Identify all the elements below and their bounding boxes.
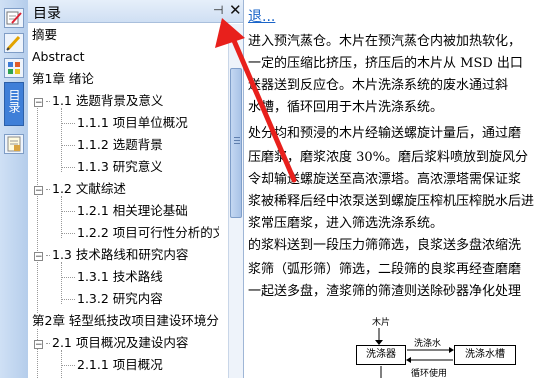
- toc-item[interactable]: 1.3.2 研究内容: [61, 288, 219, 310]
- close-icon[interactable]: ✕: [229, 1, 242, 19]
- attachment-note-icon[interactable]: [4, 134, 24, 154]
- document-text-line: 压磨浆，磨浆浓度 30%。磨后浆料喷放到旋风分: [248, 150, 529, 165]
- document-text-line: 浆常压磨浆，进入筛选洗涤系统。: [248, 216, 444, 231]
- toc-item[interactable]: −1.2 文献综述: [34, 178, 214, 200]
- toc-item[interactable]: 第2章 轻型纸技改项目建设环境分: [32, 310, 228, 332]
- flow-arrowhead: [375, 340, 383, 345]
- note-edit-icon[interactable]: [4, 8, 24, 28]
- toc-item-label: 第1章 绪论: [32, 71, 94, 86]
- scroll-grip-line: [234, 143, 240, 144]
- tree-guide-line: [37, 101, 38, 313]
- document-text-line: 处分均和预浸的木片经输送螺旋计量后，通过磨: [248, 126, 522, 141]
- toc-scrollbar[interactable]: [228, 24, 243, 378]
- toc-vertical-tab[interactable]: 目录: [4, 82, 24, 126]
- collapse-toggle-icon[interactable]: −: [34, 186, 43, 196]
- toc-item[interactable]: −2.1 项目概况及建设内容: [34, 332, 214, 354]
- tree-connector: [61, 233, 75, 234]
- tree-connector: [46, 343, 50, 344]
- toc-item-label: 1.3 技术路线和研究内容: [52, 247, 189, 262]
- toc-item-label: 1.1 选题背景及意义: [52, 93, 164, 108]
- toc-item[interactable]: 2.1.1 项目概况: [61, 354, 219, 376]
- toc-item-label: 1.2.1 相关理论基础: [77, 203, 188, 218]
- toc-item[interactable]: 1.1.3 研究意义: [61, 156, 219, 178]
- toc-panel: 目录 ⊣ ✕ 摘要 Abstract 第1章 绪论 −1.1 选题背景及意义 1.1.1…: [28, 0, 244, 378]
- tree-connector: [61, 277, 75, 278]
- document-text-line: 进入预汽蒸仓。木片在预汽蒸仓内被加热软化，: [248, 34, 522, 49]
- pin-icon[interactable]: ⊣: [213, 3, 223, 17]
- toc-item-label: 1.2 文献综述: [52, 181, 126, 196]
- toc-item[interactable]: Abstract: [32, 46, 228, 68]
- toc-item-label: 1.1.3 研究意义: [77, 159, 163, 174]
- tree-connector: [61, 167, 75, 168]
- toc-scroll-thumb[interactable]: [230, 68, 242, 218]
- toc-item-label: 第2章 轻型纸技改项目建设环境分: [32, 313, 219, 328]
- toc-item-label: Abstract: [32, 49, 85, 64]
- toc-item[interactable]: −1.1 选题背景及意义: [34, 90, 214, 112]
- document-text-line: 水槽，循环回用于木片洗涤系统。: [248, 100, 444, 115]
- document-text-line: 令却输送螺旋送至高浓漂塔。高浓漂塔需保证浆: [248, 172, 522, 187]
- tree-connector: [46, 189, 50, 190]
- toc-item-label: 1.3.2 研究内容: [77, 291, 163, 306]
- scroll-grip-line: [234, 137, 240, 138]
- document-view[interactable]: 退... 木片 洗涤器 洗涤水槽 洗涤水 循环使用 进入预汽蒸仓。木片在预汽蒸仓…: [244, 0, 534, 378]
- toc-item-label: 1.1.2 选题背景: [77, 137, 163, 152]
- tree-connector: [61, 211, 75, 212]
- highlighter-pen-icon[interactable]: [4, 33, 24, 53]
- collapse-toggle-icon[interactable]: −: [34, 252, 43, 262]
- document-text-line: 的浆料送到一段压力筛筛选，良浆送多盘浓缩洗: [248, 238, 522, 253]
- tree-connector: [61, 123, 75, 124]
- tree-connector: [61, 299, 75, 300]
- toc-title: 目录: [33, 6, 61, 22]
- toc-item[interactable]: 第1章 绪论: [32, 68, 228, 90]
- toc-item[interactable]: 1.2.1 相关理论基础: [61, 200, 219, 222]
- tree-connector: [46, 255, 50, 256]
- document-text-line: 送器送到反应仓。木片洗涤系统的废水通过斜: [248, 78, 509, 93]
- toc-item-label: 1.1.1 项目单位概况: [77, 115, 188, 130]
- document-text-line: 一定的压缩比挤压，挤压后的木片从 MSD 出口: [248, 56, 523, 71]
- tree-connector: [61, 145, 75, 146]
- collapse-toggle-icon[interactable]: −: [34, 98, 43, 108]
- document-text-line: 浆被稀释后经中浓泵送到螺旋压榨机压榨脱水后进: [248, 194, 534, 209]
- toc-item[interactable]: −1.3 技术路线和研究内容: [34, 244, 214, 266]
- thumbnails-icon[interactable]: [4, 58, 24, 78]
- flow-arrowhead: [449, 347, 454, 353]
- scroll-grip-line: [234, 140, 240, 141]
- toc-header: 目录 ⊣ ✕: [28, 0, 243, 23]
- toc-item[interactable]: 1.3.1 技术路线: [61, 266, 219, 288]
- collapse-toggle-icon[interactable]: −: [34, 340, 43, 350]
- flow-arrowhead: [406, 357, 411, 363]
- toc-tree: 摘要 Abstract 第1章 绪论 −1.1 选题背景及意义 1.1.1 项目单位概况…: [28, 24, 228, 378]
- tree-connector: [61, 365, 75, 366]
- toc-item-label: 2.1.1 项目概况: [77, 357, 163, 372]
- toc-item-label: 2.1 项目概况及建设内容: [52, 335, 189, 350]
- document-text-line: 浆筛（弧形筛）筛选，二段筛的良浆再经查磨磨: [248, 262, 522, 277]
- toc-vertical-tab-label: 目录: [7, 89, 21, 113]
- toc-item-label: 1.3.1 技术路线: [77, 269, 163, 284]
- toc-item-label: 1.2.2 项目可行性分析的文: [77, 225, 219, 240]
- tree-connector: [46, 101, 50, 102]
- left-toolbar: 目录: [0, 0, 29, 378]
- toc-item[interactable]: 摘要: [32, 24, 228, 46]
- toc-item[interactable]: 1.1.1 项目单位概况: [61, 112, 219, 134]
- toc-item[interactable]: 1.2.2 项目可行性分析的文: [61, 222, 219, 244]
- toc-item[interactable]: 1.1.2 选题背景: [61, 134, 219, 156]
- toc-item-label: 摘要: [32, 27, 58, 42]
- document-text-line: 一起送多盘，渣浆筛的筛渣则送除砂器净化处理: [248, 284, 522, 299]
